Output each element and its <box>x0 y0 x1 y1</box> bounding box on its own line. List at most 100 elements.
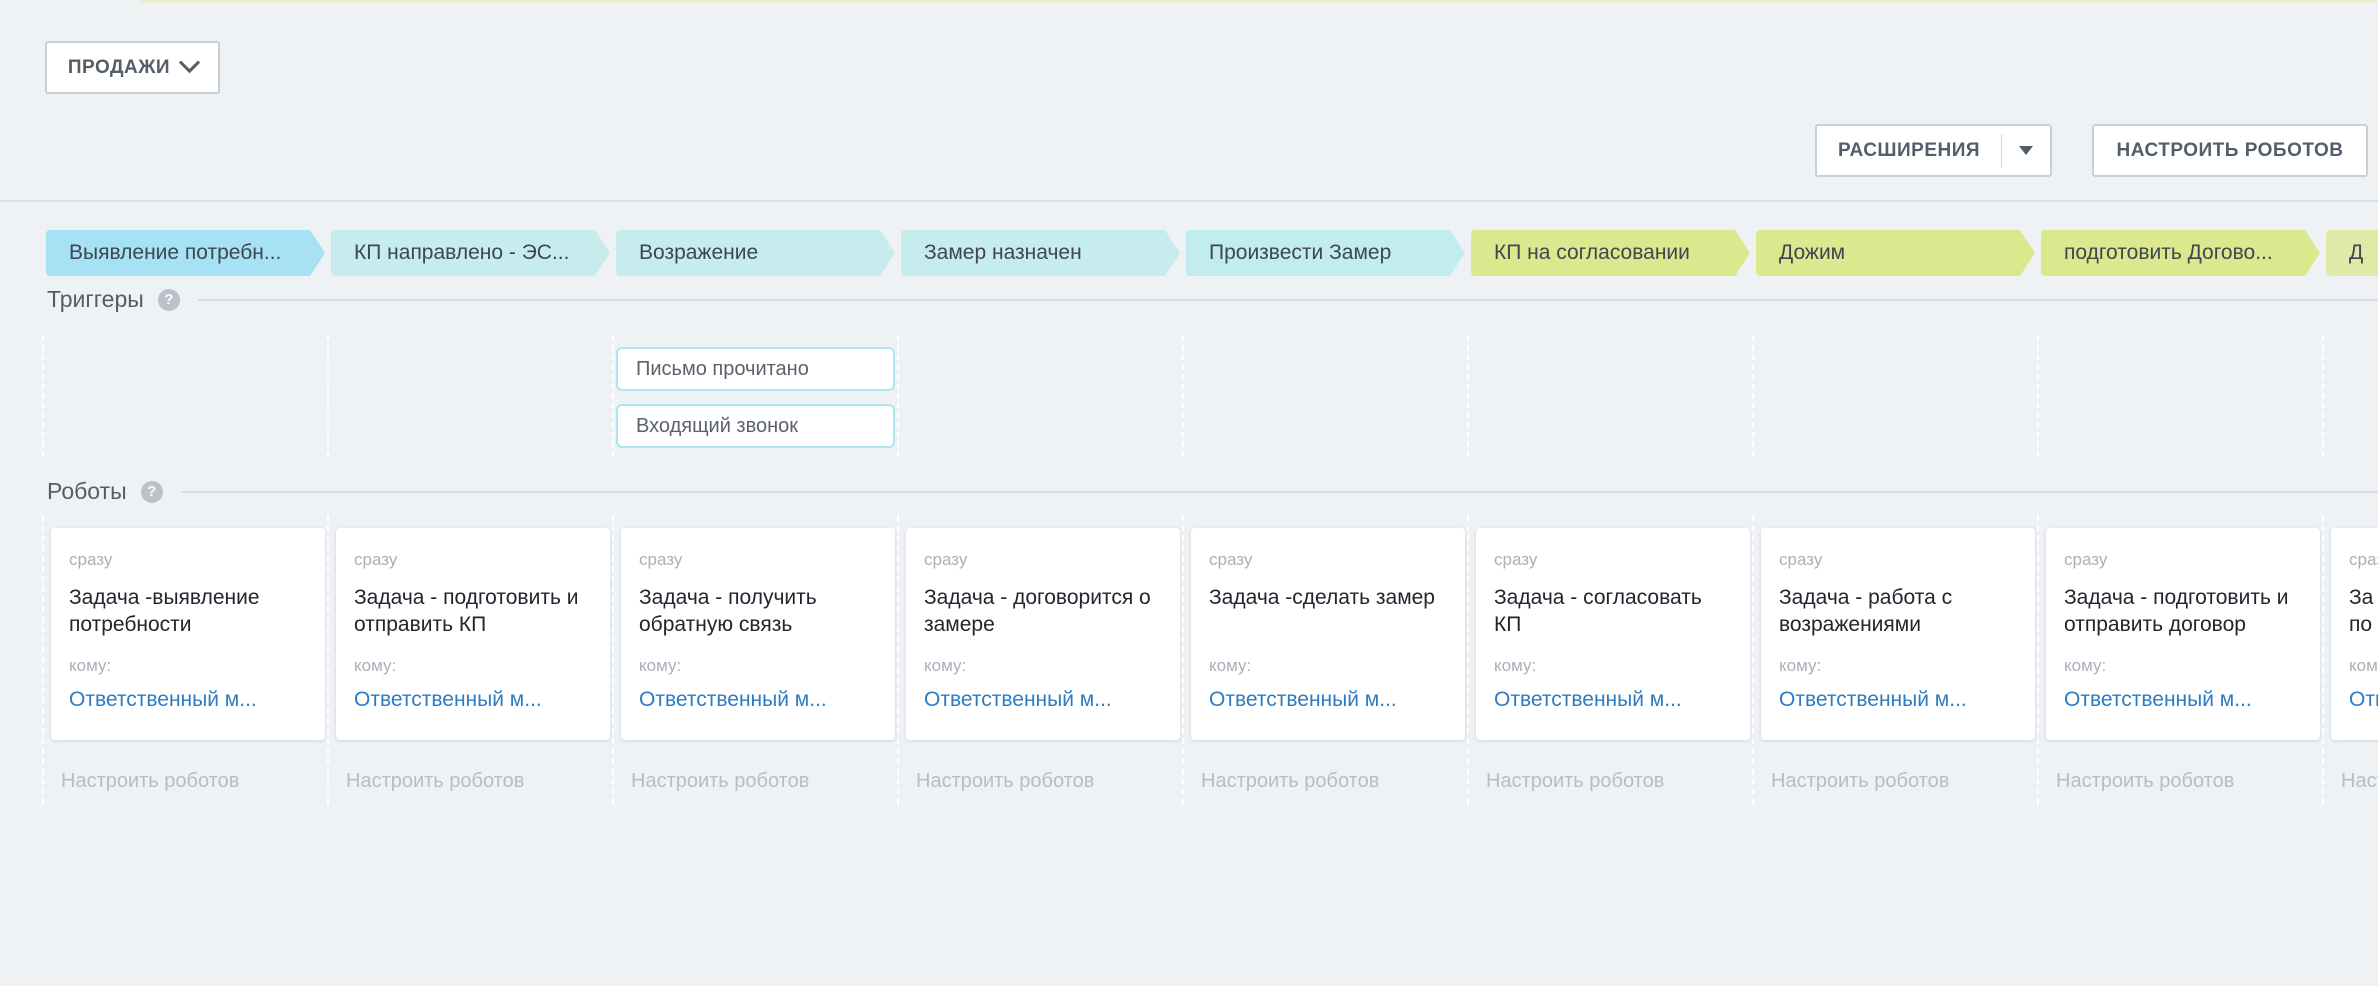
robots-columns: сразу Задача -выявление потребности кому… <box>46 515 2378 805</box>
robot-task-title: Задача - согласовать КП <box>1494 584 1732 638</box>
stage-chip[interactable]: Замер назначен <box>901 230 1180 276</box>
trigger-column <box>1471 335 1750 457</box>
stage-label: подготовить Догово... <box>2064 241 2273 264</box>
stage-chip[interactable]: подготовить Догово... <box>2041 230 2320 276</box>
stage-chip[interactable]: Возражение <box>616 230 895 276</box>
robot-card[interactable]: сразу Задача - подготовить и отправить К… <box>336 528 610 740</box>
stage-chip[interactable]: КП направлено - ЭС... <box>331 230 610 276</box>
robot-assignee-link[interactable]: Ответственный м... <box>1209 688 1447 712</box>
robot-timing-label: сразу <box>69 550 307 570</box>
robot-to-label: кому: <box>354 656 592 676</box>
trigger-column <box>2326 335 2378 457</box>
robot-column: сразу Задача -сделать замер кому: Ответс… <box>1186 515 1465 805</box>
robot-task-title: Задача - договорится о замере <box>924 584 1162 638</box>
help-icon[interactable]: ? <box>158 289 180 311</box>
robot-assignee-link[interactable]: Ответственный м... <box>2064 688 2302 712</box>
robot-to-label: кому: <box>2349 656 2378 676</box>
stage-chip[interactable]: Д <box>2326 230 2378 276</box>
robot-card[interactable]: сразу Задача -сделать замер кому: Ответс… <box>1191 528 1465 740</box>
robot-card[interactable]: сразу За по кому: Ответственный м... <box>2331 528 2378 740</box>
robot-to-label: кому: <box>1779 656 2017 676</box>
stage-chip[interactable]: Дожим <box>1756 230 2035 276</box>
configure-robots-button-label: НАСТРОИТЬ РОБОТОВ <box>2117 140 2344 162</box>
robot-task-title: Задача - работа с возражениями <box>1779 584 2017 638</box>
extensions-button-label: РАСШИРЕНИЯ <box>1817 140 2001 162</box>
stage-label: КП направлено - ЭС... <box>354 241 569 264</box>
configure-robots-button[interactable]: НАСТРОИТЬ РОБОТОВ <box>2092 124 2368 177</box>
stage-label: Выявление потребн... <box>69 241 281 264</box>
trigger-column <box>2041 335 2320 457</box>
robot-card[interactable]: сразу Задача - получить обратную связь к… <box>621 528 895 740</box>
configure-robots-link[interactable]: Настроить роботов <box>2341 770 2378 793</box>
robot-assignee-link[interactable]: Ответственный м... <box>2349 688 2378 712</box>
robot-card[interactable]: сразу Задача -выявление потребности кому… <box>51 528 325 740</box>
robot-to-label: кому: <box>69 656 307 676</box>
extensions-dropdown-toggle[interactable] <box>2002 146 2050 155</box>
robot-assignee-link[interactable]: Ответственный м... <box>924 688 1162 712</box>
configure-robots-link[interactable]: Настроить роботов <box>1771 770 2035 793</box>
automation-settings-page: ПРОДАЖИ РАСШИРЕНИЯ НАСТРОИТЬ РОБОТОВ Выя… <box>0 0 2378 986</box>
robot-card[interactable]: сразу Задача - подготовить и отправить д… <box>2046 528 2320 740</box>
triggers-columns: Письмо прочитано Входящий звонок <box>46 335 2378 457</box>
stage-label: Произвести Замер <box>1209 241 1391 264</box>
extensions-button[interactable]: РАСШИРЕНИЯ <box>1815 124 2052 177</box>
robot-assignee-link[interactable]: Ответственный м... <box>1494 688 1732 712</box>
configure-robots-link[interactable]: Настроить роботов <box>346 770 610 793</box>
robot-card[interactable]: сразу Задача - работа с возражениями ком… <box>1761 528 2035 740</box>
robot-card[interactable]: сразу Задача - согласовать КП кому: Отве… <box>1476 528 1750 740</box>
trigger-column: Письмо прочитано Входящий звонок <box>616 335 895 457</box>
robot-timing-label: сразу <box>2349 550 2378 570</box>
header-actions: РАСШИРЕНИЯ НАСТРОИТЬ РОБОТОВ <box>1815 124 2368 177</box>
stage-label: Дожим <box>1779 241 1845 264</box>
robot-assignee-link[interactable]: Ответственный м... <box>639 688 877 712</box>
configure-robots-link[interactable]: Настроить роботов <box>2056 770 2320 793</box>
header-divider <box>0 200 2378 202</box>
robot-task-title: За по <box>2349 584 2378 638</box>
trigger-item[interactable]: Письмо прочитано <box>616 347 895 391</box>
configure-robots-link[interactable]: Настроить роботов <box>631 770 895 793</box>
robot-task-title: Задача - подготовить и отправить КП <box>354 584 592 638</box>
trigger-column <box>1186 335 1465 457</box>
robot-assignee-link[interactable]: Ответственный м... <box>69 688 307 712</box>
robot-to-label: кому: <box>1209 656 1447 676</box>
stage-label: КП на согласовании <box>1494 241 1690 264</box>
robot-column: сразу Задача - работа с возражениями ком… <box>1756 515 2035 805</box>
pipeline-stages: Выявление потребн... КП направлено - ЭС..… <box>46 230 2378 276</box>
robot-column: сразу Задача - подготовить и отправить д… <box>2041 515 2320 805</box>
robot-assignee-link[interactable]: Ответственный м... <box>1779 688 2017 712</box>
stage-chip[interactable]: Выявление потребн... <box>46 230 325 276</box>
trigger-column <box>1756 335 2035 457</box>
robot-to-label: кому: <box>924 656 1162 676</box>
robot-task-title: Задача -выявление потребности <box>69 584 307 638</box>
robot-task-title: Задача - подготовить и отправить договор <box>2064 584 2302 638</box>
robot-to-label: кому: <box>2064 656 2302 676</box>
robot-timing-label: сразу <box>639 550 877 570</box>
robot-timing-label: сразу <box>924 550 1162 570</box>
robot-to-label: кому: <box>1494 656 1732 676</box>
robot-column: сразу Задача - получить обратную связь к… <box>616 515 895 805</box>
trigger-item[interactable]: Входящий звонок <box>616 404 895 448</box>
robot-column: сразу За по кому: Ответственный м... Нас… <box>2326 515 2378 805</box>
robot-assignee-link[interactable]: Ответственный м... <box>354 688 592 712</box>
configure-robots-link[interactable]: Настроить роботов <box>916 770 1180 793</box>
robot-timing-label: сразу <box>2064 550 2302 570</box>
triggers-section-header: Триггеры ? <box>47 286 2378 313</box>
robot-timing-label: сразу <box>1494 550 1732 570</box>
robot-to-label: кому: <box>639 656 877 676</box>
stage-chip[interactable]: Произвести Замер <box>1186 230 1465 276</box>
stage-chip[interactable]: КП на согласовании <box>1471 230 1750 276</box>
trigger-column <box>46 335 325 457</box>
top-divider-line <box>140 0 2378 3</box>
funnel-selector-label: ПРОДАЖИ <box>68 57 170 79</box>
configure-robots-link[interactable]: Настроить роботов <box>1201 770 1465 793</box>
configure-robots-link[interactable]: Настроить роботов <box>1486 770 1750 793</box>
triggers-section-title: Триггеры <box>47 286 144 313</box>
trigger-column <box>331 335 610 457</box>
configure-robots-link[interactable]: Настроить роботов <box>61 770 325 793</box>
help-icon[interactable]: ? <box>141 481 163 503</box>
trigger-column <box>901 335 1180 457</box>
robot-card[interactable]: сразу Задача - договорится о замере кому… <box>906 528 1180 740</box>
section-rule <box>198 299 2378 301</box>
funnel-selector-button[interactable]: ПРОДАЖИ <box>45 41 220 94</box>
robots-section-header: Роботы ? <box>47 478 2378 505</box>
